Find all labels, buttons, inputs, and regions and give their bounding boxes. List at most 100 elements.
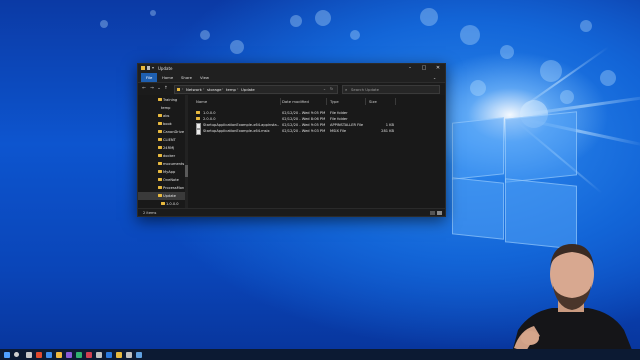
app-icon[interactable] xyxy=(56,351,62,358)
folder-icon xyxy=(158,169,162,173)
file-explorer-taskbar-icon[interactable] xyxy=(116,351,122,358)
pin-icon[interactable]: ▾ xyxy=(152,66,156,70)
refresh-icon[interactable]: ↻ xyxy=(330,87,333,91)
app-icon[interactable] xyxy=(136,351,142,358)
title-bar[interactable]: ▾ Update – □ ✕ xyxy=(138,64,445,73)
folder-icon xyxy=(158,121,162,125)
breadcrumb-separator: › xyxy=(222,87,224,91)
search-box[interactable]: ⌕ xyxy=(342,85,440,94)
address-dropdown-icon[interactable]: ⌄ xyxy=(323,87,326,91)
tab-view[interactable]: View xyxy=(197,73,212,82)
column-header-name[interactable]: Name xyxy=(196,99,207,105)
search-icon[interactable] xyxy=(14,351,19,357)
nav-pane-scrollbar[interactable] xyxy=(185,95,188,208)
bokeh-light xyxy=(460,25,480,45)
tab-share[interactable]: Share xyxy=(178,73,195,82)
nav-item-book[interactable]: book xyxy=(138,120,188,128)
nav-item-1000[interactable]: 1.0.0.0 xyxy=(138,200,188,208)
folder-icon xyxy=(158,161,162,165)
nav-item-24rmj[interactable]: 24RMJ xyxy=(138,144,188,152)
nav-item-mocuments[interactable]: mocuments xyxy=(138,160,188,168)
breadcrumb-update[interactable]: Update xyxy=(241,87,255,92)
quick-access-icon[interactable] xyxy=(147,66,150,70)
app-icon[interactable] xyxy=(66,351,72,358)
file-date: 02/12/20 - Wed 9:05 PM xyxy=(282,122,326,127)
nav-item-docker[interactable]: docker xyxy=(138,152,188,160)
app-icon[interactable] xyxy=(46,351,52,358)
window-title: Update xyxy=(158,66,173,71)
nav-item-myapp[interactable]: MyApp xyxy=(138,168,188,176)
file-row[interactable]: StartupApplicationExample-x64.msix 02/12… xyxy=(190,128,440,135)
breadcrumb-temp[interactable]: temp xyxy=(226,87,236,92)
file-name: StartupApplicationExample-x64.msix xyxy=(203,128,270,133)
folder-icon xyxy=(158,97,162,101)
recent-locations-icon[interactable]: ⌄ xyxy=(156,86,162,91)
app-icon[interactable] xyxy=(36,351,42,358)
bokeh-light xyxy=(315,10,331,26)
task-view-icon[interactable] xyxy=(26,351,32,358)
folder-icon xyxy=(158,193,162,197)
breadcrumb-storage[interactable]: storage xyxy=(207,87,221,92)
details-view-icon[interactable] xyxy=(430,210,435,215)
folder-icon xyxy=(158,177,162,181)
start-icon[interactable] xyxy=(4,351,10,358)
tab-home[interactable]: Home xyxy=(159,73,176,82)
folder-icon xyxy=(196,111,200,115)
bokeh-light xyxy=(600,70,616,86)
address-bar[interactable]: › Network › storage › temp › Update ⌄ ↻ xyxy=(174,85,338,94)
expand-ribbon-icon[interactable]: ⌄ xyxy=(430,73,439,82)
app-icon[interactable] xyxy=(106,351,112,358)
bokeh-light xyxy=(420,8,438,26)
back-arrow-icon[interactable]: ← xyxy=(141,86,147,91)
nav-item-client[interactable]: CLIENT xyxy=(138,136,188,144)
up-arrow-icon[interactable]: ↑ xyxy=(163,86,169,91)
breadcrumb-network[interactable]: Network xyxy=(186,87,202,92)
folder-icon xyxy=(158,137,162,141)
app-icon[interactable] xyxy=(96,351,102,358)
column-header-size[interactable]: Size xyxy=(369,99,377,105)
windows-logo-pane xyxy=(452,177,504,240)
app-icon[interactable] xyxy=(86,351,92,358)
nav-item-canondrive[interactable]: CanonDrive xyxy=(138,128,188,136)
large-icons-view-icon[interactable] xyxy=(437,210,442,215)
app-icon[interactable] xyxy=(126,351,132,358)
windows-logo-pane xyxy=(505,111,577,183)
column-header-date[interactable]: Date modified xyxy=(282,99,309,105)
nav-item-temp[interactable]: temp xyxy=(138,104,188,112)
bokeh-light xyxy=(230,40,244,54)
navigation-pane: Training temp abs book CanonDrive CLIENT… xyxy=(138,95,188,208)
breadcrumb-separator: › xyxy=(203,87,205,91)
folder-icon xyxy=(196,117,200,121)
bokeh-light xyxy=(540,60,562,82)
light-ray xyxy=(509,46,609,117)
file-size: 281 KB xyxy=(381,128,394,133)
nav-item-onenote[interactable]: OneNote xyxy=(138,176,188,184)
nav-item-update[interactable]: Update xyxy=(138,192,188,200)
presenter-webcam xyxy=(510,244,636,360)
nav-item-training[interactable]: Training xyxy=(138,96,188,104)
column-divider[interactable] xyxy=(326,98,327,105)
file-type: MSIX File xyxy=(330,128,347,133)
status-bar: 2 items xyxy=(138,208,445,216)
column-header-type[interactable]: Type xyxy=(330,99,339,105)
bokeh-light xyxy=(350,30,360,40)
bokeh-light xyxy=(560,90,574,104)
nav-item-processmon[interactable]: ProcessMon xyxy=(138,184,188,192)
maximize-button[interactable]: □ xyxy=(417,64,431,73)
forward-arrow-icon[interactable]: → xyxy=(149,86,155,91)
column-divider[interactable] xyxy=(395,98,396,105)
scrollbar-thumb[interactable] xyxy=(185,165,188,177)
search-input[interactable] xyxy=(351,86,437,93)
app-icon[interactable] xyxy=(76,351,82,358)
bokeh-light xyxy=(500,45,514,59)
file-type: File folder xyxy=(330,110,348,115)
column-divider[interactable] xyxy=(365,98,366,105)
tab-file[interactable]: File xyxy=(141,73,158,82)
windows-logo-pane xyxy=(452,117,504,180)
folder-icon xyxy=(158,129,162,133)
column-divider[interactable] xyxy=(280,98,281,105)
bokeh-light xyxy=(580,20,592,32)
nav-item-abs[interactable]: abs xyxy=(138,112,188,120)
minimize-button[interactable]: – xyxy=(403,64,417,73)
close-button[interactable]: ✕ xyxy=(431,64,445,73)
